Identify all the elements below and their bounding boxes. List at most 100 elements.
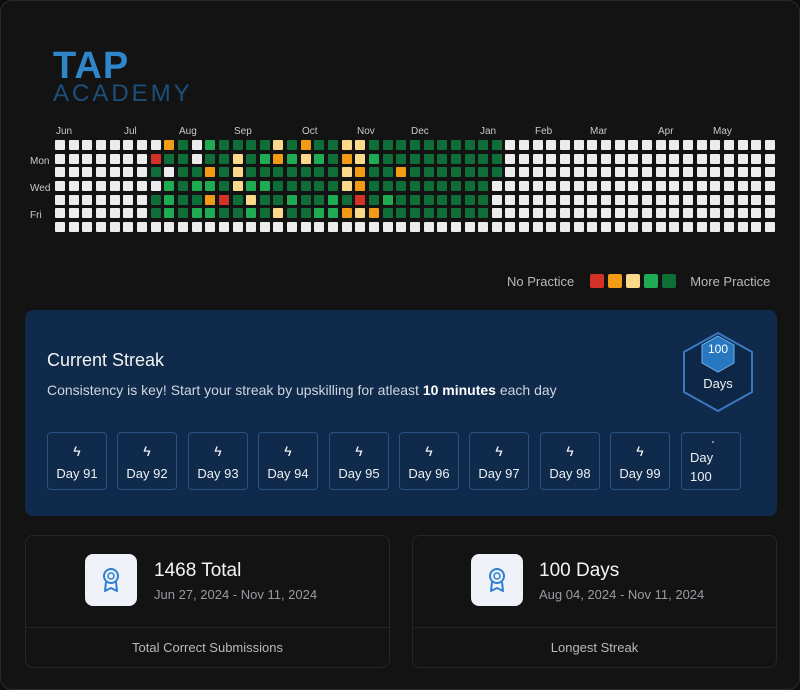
heatmap-cell xyxy=(150,140,161,150)
streak-day-card: ϟ Day 91 xyxy=(47,432,107,490)
heatmap-cell xyxy=(491,208,502,219)
heatmap-cell xyxy=(682,221,693,232)
streak-day-card: ϟ Day 96 xyxy=(399,432,459,490)
heatmap-cell xyxy=(314,167,325,178)
streak-day-card: ϟ Day 97 xyxy=(469,432,529,490)
heatmap-cell xyxy=(450,167,461,178)
total-submissions-card: 1468 Total Jun 27, 2024 - Nov 11, 2024 T… xyxy=(25,535,390,668)
heatmap-cell xyxy=(628,194,639,205)
heatmap-cell xyxy=(259,153,270,164)
legend-swatch xyxy=(590,274,605,288)
heatmap-cell xyxy=(450,181,461,191)
heatmap-cell xyxy=(737,194,748,205)
heatmap-cell xyxy=(232,140,243,150)
heatmap-cell xyxy=(218,181,229,191)
small-dot-icon xyxy=(712,441,714,443)
heatmap-cell xyxy=(669,208,680,219)
heatmap-cell xyxy=(669,167,680,178)
heatmap-cell xyxy=(273,140,284,150)
heatmap-cell xyxy=(409,167,420,178)
lightning-icon: ϟ xyxy=(284,443,292,459)
heatmap-cell xyxy=(123,140,134,150)
heatmap-cell xyxy=(655,167,666,178)
heatmap-cell xyxy=(655,221,666,232)
heatmap-cell xyxy=(723,140,734,150)
legend-low-label: No Practice xyxy=(507,273,575,289)
heatmap-cell xyxy=(109,153,120,164)
heatmap-cell xyxy=(396,194,407,205)
heatmap-cell xyxy=(491,140,502,150)
heatmap-cell xyxy=(328,181,338,191)
heatmap-cell xyxy=(96,140,106,150)
heatmap-cell xyxy=(669,140,680,150)
month-label: Aug xyxy=(179,126,197,137)
heatmap-cell xyxy=(177,153,188,164)
heatmap-cell xyxy=(191,208,202,219)
heatmap-cell xyxy=(737,153,748,164)
heatmap-cell xyxy=(478,181,489,191)
heatmap-cell xyxy=(587,140,598,150)
heatmap-cell xyxy=(751,181,762,191)
longest-caption: Longest Streak xyxy=(413,627,776,668)
heatmap-cell xyxy=(587,221,598,232)
heatmap-cell xyxy=(82,140,93,150)
heatmap-cell xyxy=(246,208,257,219)
heatmap-cell xyxy=(464,194,475,205)
heatmap-cell xyxy=(287,181,298,191)
heatmap-cell xyxy=(560,153,571,164)
heatmap-cell xyxy=(491,153,502,164)
heatmap-cell xyxy=(368,221,379,232)
heatmap-cell xyxy=(478,221,489,232)
heatmap-cell xyxy=(560,181,571,191)
heatmap-cell xyxy=(737,208,748,219)
heatmap-cell xyxy=(68,194,79,205)
heatmap-cell xyxy=(123,181,134,191)
heatmap-cell xyxy=(464,181,475,191)
heatmap-cell xyxy=(382,208,393,219)
heatmap-cell xyxy=(96,153,106,164)
heatmap-cell xyxy=(68,181,79,191)
heatmap-cell xyxy=(150,181,161,191)
heatmap-cell xyxy=(246,140,257,150)
heatmap-cell xyxy=(68,167,79,178)
streak-day-card-current: Day 100 xyxy=(681,432,741,490)
streak-day-label: Day 92 xyxy=(126,466,168,481)
heatmap-cell xyxy=(246,221,257,232)
heatmap-cell xyxy=(382,167,393,178)
heatmap-cell xyxy=(328,221,338,232)
heatmap-cell xyxy=(328,140,338,150)
heatmap-cell xyxy=(368,140,379,150)
heatmap-cell xyxy=(546,153,557,164)
total-date-range: Jun 27, 2024 - Nov 11, 2024 xyxy=(154,587,318,602)
heatmap-cell xyxy=(669,221,680,232)
heatmap-cell xyxy=(355,208,366,219)
heatmap-cell xyxy=(546,194,557,205)
heatmap-cell xyxy=(218,194,229,205)
heatmap-cell xyxy=(642,221,652,232)
heatmap-cell xyxy=(546,208,557,219)
heatmap-cell xyxy=(573,181,584,191)
heatmap-cell xyxy=(423,194,434,205)
heatmap-cell xyxy=(655,194,666,205)
heatmap-cell xyxy=(205,167,216,178)
award-ribbon-icon xyxy=(471,554,523,606)
heatmap-cell xyxy=(218,221,229,232)
heatmap-cell xyxy=(259,194,270,205)
heatmap-cell xyxy=(191,140,202,150)
heatmap-cell xyxy=(601,208,611,219)
heatmap-cell xyxy=(164,181,175,191)
heatmap-cell xyxy=(177,167,188,178)
heatmap-cell xyxy=(601,167,611,178)
heatmap-cell xyxy=(614,140,625,150)
heatmap-cell xyxy=(273,221,284,232)
heatmap-cell xyxy=(259,181,270,191)
heatmap-cell xyxy=(68,208,79,219)
streak-day-label: Day 97 xyxy=(478,466,520,481)
heatmap-cell xyxy=(123,208,134,219)
heatmap-cell xyxy=(560,194,571,205)
heatmap-cell xyxy=(723,194,734,205)
heatmap-cell xyxy=(150,194,161,205)
heatmap-cell xyxy=(136,221,147,232)
heatmap-cell xyxy=(532,194,543,205)
heatmap-cell xyxy=(423,140,434,150)
